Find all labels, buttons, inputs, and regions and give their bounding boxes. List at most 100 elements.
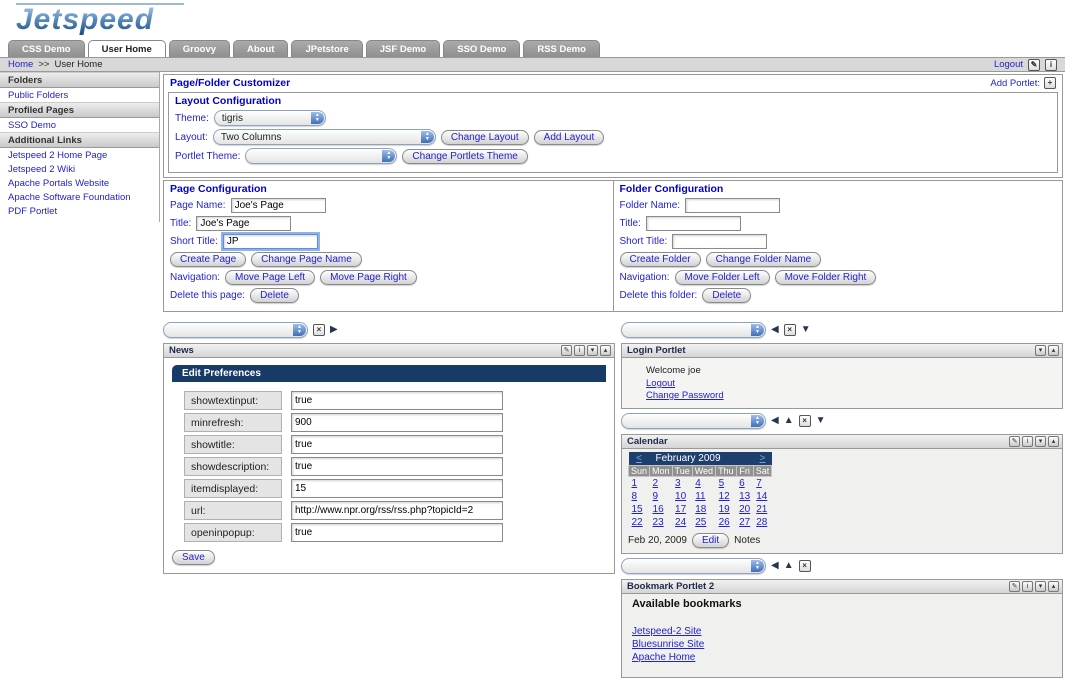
calendar-date-link[interactable]: 28: [756, 517, 767, 528]
folder-title-field[interactable]: [646, 216, 741, 231]
logout-link[interactable]: Logout: [994, 59, 1023, 70]
page-title-field[interactable]: [196, 216, 291, 231]
sidebar-item-public-folders[interactable]: Public Folders: [0, 88, 159, 102]
change-folder-name-button[interactable]: Change Folder Name: [706, 252, 822, 267]
move-folder-right-button[interactable]: Move Folder Right: [775, 270, 877, 285]
pref-field-itemdisplayed[interactable]: [291, 479, 503, 498]
tab-rss-demo[interactable]: RSS Demo: [523, 40, 600, 57]
calendar-date-link[interactable]: 6: [739, 478, 745, 489]
calendar-date-link[interactable]: 9: [653, 491, 659, 502]
minimize-icon[interactable]: ▾: [1035, 581, 1046, 592]
calendar-edit-button[interactable]: Edit: [692, 533, 729, 548]
calendar-date-link[interactable]: 26: [719, 517, 730, 528]
right-column-portlet-select-2[interactable]: [621, 413, 766, 429]
portlet-logout-link[interactable]: Logout: [646, 378, 675, 389]
calendar-date-link[interactable]: 2: [653, 478, 659, 489]
tab-about[interactable]: About: [233, 40, 288, 57]
tab-jpetstore[interactable]: JPetstore: [291, 40, 362, 57]
calendar-date-link[interactable]: 18: [695, 504, 706, 515]
delete-folder-button[interactable]: Delete: [702, 288, 751, 303]
remove-portlet-icon[interactable]: ×: [799, 560, 811, 572]
calendar-prev-month-link[interactable]: <: [636, 453, 642, 464]
pref-field-showtitle[interactable]: [291, 435, 503, 454]
maximize-icon[interactable]: ▴: [1048, 436, 1059, 447]
help-icon[interactable]: i: [1022, 581, 1033, 592]
calendar-date-link[interactable]: 3: [675, 478, 681, 489]
tab-jsf-demo[interactable]: JSF Demo: [366, 40, 440, 57]
create-folder-button[interactable]: Create Folder: [620, 252, 701, 267]
right-column-portlet-select-3[interactable]: [621, 558, 766, 574]
calendar-date-link[interactable]: 25: [695, 517, 706, 528]
move-left-arrow-icon[interactable]: ◀: [771, 416, 779, 426]
create-page-button[interactable]: Create Page: [170, 252, 246, 267]
folder-short-title-field[interactable]: [672, 234, 767, 249]
calendar-date-link[interactable]: 16: [653, 504, 664, 515]
info-icon[interactable]: i: [1045, 59, 1057, 71]
edit-icon[interactable]: ✎: [1009, 581, 1020, 592]
calendar-date-link[interactable]: 5: [719, 478, 725, 489]
bookmark-link-bluesunrise[interactable]: Bluesunrise Site: [632, 639, 1052, 650]
bookmark-link-jetspeed2[interactable]: Jetspeed-2 Site: [632, 626, 1052, 637]
calendar-date-link[interactable]: 23: [653, 517, 664, 528]
breadcrumb-home-link[interactable]: Home: [8, 59, 33, 70]
help-icon[interactable]: i: [1022, 436, 1033, 447]
change-portlets-theme-button[interactable]: Change Portlets Theme: [402, 149, 527, 164]
move-folder-left-button[interactable]: Move Folder Left: [675, 270, 770, 285]
edit-page-icon[interactable]: ✎: [1028, 59, 1040, 71]
theme-select[interactable]: tigris: [214, 110, 326, 126]
calendar-date-link[interactable]: 1: [632, 478, 638, 489]
sidebar-item-sso-demo[interactable]: SSO Demo: [0, 118, 159, 132]
calendar-date-link[interactable]: 12: [719, 491, 730, 502]
maximize-icon[interactable]: ▴: [1048, 581, 1059, 592]
change-page-name-button[interactable]: Change Page Name: [251, 252, 362, 267]
right-column-portlet-select-1[interactable]: [621, 322, 766, 338]
tab-groovy[interactable]: Groovy: [169, 40, 230, 57]
calendar-date-link[interactable]: 20: [739, 504, 750, 515]
help-icon[interactable]: i: [574, 345, 585, 356]
save-button[interactable]: Save: [172, 550, 215, 565]
move-page-right-button[interactable]: Move Page Right: [320, 270, 417, 285]
calendar-date-link[interactable]: 11: [695, 491, 705, 502]
calendar-date-link[interactable]: 22: [632, 517, 643, 528]
sidebar-item-apache-portals[interactable]: Apache Portals Website: [0, 176, 159, 190]
move-page-left-button[interactable]: Move Page Left: [225, 270, 315, 285]
calendar-date-link[interactable]: 17: [675, 504, 686, 515]
edit-icon[interactable]: ✎: [561, 345, 572, 356]
calendar-date-link[interactable]: 10: [675, 491, 686, 502]
calendar-date-link[interactable]: 7: [756, 478, 762, 489]
calendar-date-link[interactable]: 13: [739, 491, 750, 502]
layout-select[interactable]: Two Columns: [213, 129, 436, 145]
calendar-date-link[interactable]: 8: [632, 491, 638, 502]
pref-field-minrefresh[interactable]: [291, 413, 503, 432]
calendar-date-link[interactable]: 4: [695, 478, 701, 489]
sidebar-item-jetspeed-home[interactable]: Jetspeed 2 Home Page: [0, 148, 159, 162]
pref-field-openinpopup[interactable]: [291, 523, 503, 542]
add-portlet-plus-icon[interactable]: +: [1044, 77, 1056, 89]
folder-name-field[interactable]: [685, 198, 780, 213]
move-up-arrow-icon[interactable]: ▲: [784, 416, 794, 426]
change-layout-button[interactable]: Change Layout: [441, 130, 529, 145]
move-left-arrow-icon[interactable]: ◀: [771, 325, 779, 335]
remove-portlet-icon[interactable]: ×: [784, 324, 796, 336]
calendar-date-link[interactable]: 21: [756, 504, 767, 515]
change-password-link[interactable]: Change Password: [646, 390, 724, 401]
sidebar-item-apache-foundation[interactable]: Apache Software Foundation: [0, 190, 159, 204]
pref-field-showdescription[interactable]: [291, 457, 503, 476]
tab-sso-demo[interactable]: SSO Demo: [443, 40, 520, 57]
portlet-theme-select[interactable]: [245, 148, 397, 164]
tab-user-home[interactable]: User Home: [88, 40, 166, 57]
calendar-date-link[interactable]: 14: [756, 491, 767, 502]
tab-css-demo[interactable]: CSS Demo: [8, 40, 85, 57]
move-down-arrow-icon[interactable]: ▼: [816, 416, 826, 426]
move-left-arrow-icon[interactable]: ◀: [771, 561, 779, 571]
add-layout-button[interactable]: Add Layout: [534, 130, 605, 145]
sidebar-item-jetspeed-wiki[interactable]: Jetspeed 2 Wiki: [0, 162, 159, 176]
calendar-date-link[interactable]: 27: [739, 517, 750, 528]
left-column-portlet-select[interactable]: [163, 322, 308, 338]
pref-field-showtextinput[interactable]: [291, 391, 503, 410]
calendar-date-link[interactable]: 24: [675, 517, 686, 528]
edit-icon[interactable]: ✎: [1009, 436, 1020, 447]
bookmark-link-apache[interactable]: Apache Home: [632, 652, 1052, 663]
maximize-icon[interactable]: ▴: [600, 345, 611, 356]
calendar-date-link[interactable]: 19: [719, 504, 730, 515]
